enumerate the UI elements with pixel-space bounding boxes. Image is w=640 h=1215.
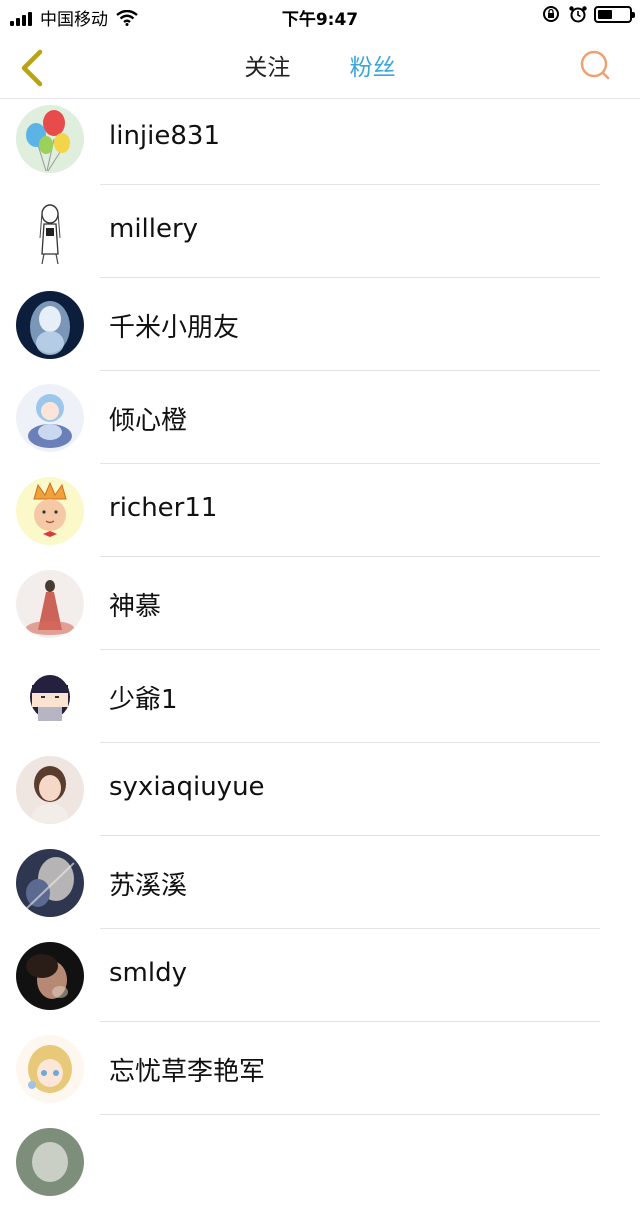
divider	[100, 928, 600, 929]
nav-bar: 关注 粉丝	[0, 34, 640, 99]
avatar	[16, 198, 84, 266]
avatar	[16, 1035, 84, 1103]
divider	[100, 742, 600, 743]
rotation-lock-icon	[543, 6, 559, 22]
user-name: 少爺1	[109, 685, 178, 715]
list-item[interactable]: 千米小朋友	[0, 285, 640, 378]
avatar	[16, 663, 84, 731]
divider	[100, 463, 600, 464]
status-bar: 中国移动 下午9:47	[0, 0, 640, 34]
user-name: 倾心橙	[109, 406, 188, 436]
avatar	[16, 756, 84, 824]
user-name: smldy	[109, 958, 187, 988]
tab-follow[interactable]: 关注	[244, 48, 290, 82]
divider	[100, 1114, 600, 1115]
list-item[interactable]	[0, 1122, 640, 1215]
alarm-icon	[569, 6, 587, 23]
list-item[interactable]: 神慕	[0, 564, 640, 657]
avatar	[16, 384, 84, 452]
avatar	[16, 849, 84, 917]
user-name: 忘忧草李艳军	[109, 1057, 266, 1087]
user-name: 苏溪溪	[109, 871, 188, 901]
divider	[100, 184, 600, 185]
list-item[interactable]: 少爺1	[0, 657, 640, 750]
list-item[interactable]: 忘忧草李艳军	[0, 1029, 640, 1122]
list-item[interactable]: 倾心橙	[0, 378, 640, 471]
tab-fans[interactable]: 粉丝	[350, 48, 396, 82]
divider	[100, 277, 600, 278]
list-item[interactable]: syxiaqiuyue	[0, 750, 640, 843]
fans-list: linjie831 millery 千米小朋友 倾心橙 richer11 神慕 …	[0, 99, 640, 1215]
search-icon[interactable]	[578, 48, 612, 82]
divider	[100, 556, 600, 557]
list-item[interactable]: millery	[0, 192, 640, 285]
user-name: 千米小朋友	[109, 313, 240, 343]
divider	[100, 649, 600, 650]
avatar	[16, 942, 84, 1010]
divider	[100, 835, 600, 836]
avatar	[16, 477, 84, 545]
user-name: syxiaqiuyue	[109, 772, 265, 802]
user-name: 神慕	[109, 592, 162, 622]
avatar	[16, 1128, 84, 1196]
avatar	[16, 291, 84, 359]
divider	[100, 370, 600, 371]
battery-icon	[594, 5, 635, 23]
avatar	[16, 570, 84, 638]
avatar	[16, 105, 84, 173]
user-name: richer11	[109, 493, 218, 523]
list-item[interactable]: linjie831	[0, 99, 640, 192]
list-item[interactable]: richer11	[0, 471, 640, 564]
divider	[100, 1021, 600, 1022]
list-item[interactable]: smldy	[0, 936, 640, 1029]
tab-switcher: 关注 粉丝	[0, 48, 640, 82]
status-right	[542, 5, 635, 23]
user-name: millery	[109, 214, 199, 244]
user-name: linjie831	[109, 121, 220, 151]
list-item[interactable]: 苏溪溪	[0, 843, 640, 936]
